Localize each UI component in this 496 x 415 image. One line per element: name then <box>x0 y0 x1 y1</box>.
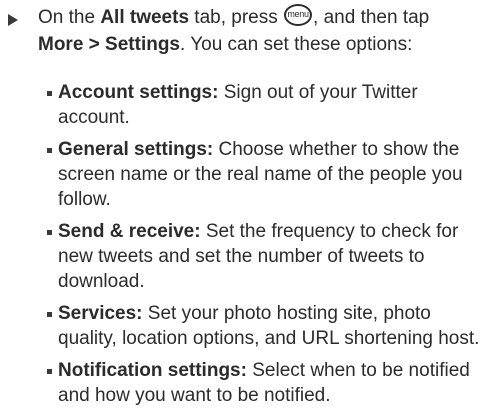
option-term: Send & receive: <box>58 221 201 242</box>
intro-text-3: , and then tap <box>313 7 430 28</box>
intro-text-2: tab, press <box>189 7 284 28</box>
menu-key-label: menu <box>287 8 309 19</box>
bullet-square-icon <box>47 91 52 96</box>
option-term: Account settings: <box>58 82 219 103</box>
bullet-square-icon <box>47 148 52 153</box>
page: On the All tweets tab, press menu , and t… <box>0 0 496 406</box>
option-notification-settings: Notification settings: Select when to be… <box>47 358 492 408</box>
intro-text: On the All tweets tab, press menu , and t… <box>38 3 488 58</box>
all-tweets-tab-label: All tweets <box>100 7 190 28</box>
option-term: General settings: <box>58 139 214 160</box>
option-term: Notification settings: <box>58 360 247 381</box>
bullet-square-icon <box>47 369 52 374</box>
more-settings-label: More > Settings <box>38 34 180 55</box>
option-term: Services: <box>58 303 143 324</box>
settings-options-list: Account settings: Sign out of your Twitt… <box>47 80 492 415</box>
option-general-settings: General settings: Choose whether to show… <box>47 137 492 212</box>
step-arrow-icon <box>8 14 18 26</box>
bullet-square-icon <box>47 230 52 235</box>
intro-step: On the All tweets tab, press menu , and t… <box>0 3 496 58</box>
option-services: Services: Set your photo hosting site, p… <box>47 301 492 351</box>
intro-text-1: On the <box>38 7 101 28</box>
intro-text-4: . You can set these options: <box>180 34 413 55</box>
menu-key-icon: menu <box>284 3 313 26</box>
bullet-square-icon <box>47 312 52 317</box>
option-send-receive: Send & receive: Set the frequency to che… <box>47 219 492 294</box>
option-account-settings: Account settings: Sign out of your Twitt… <box>47 80 492 130</box>
